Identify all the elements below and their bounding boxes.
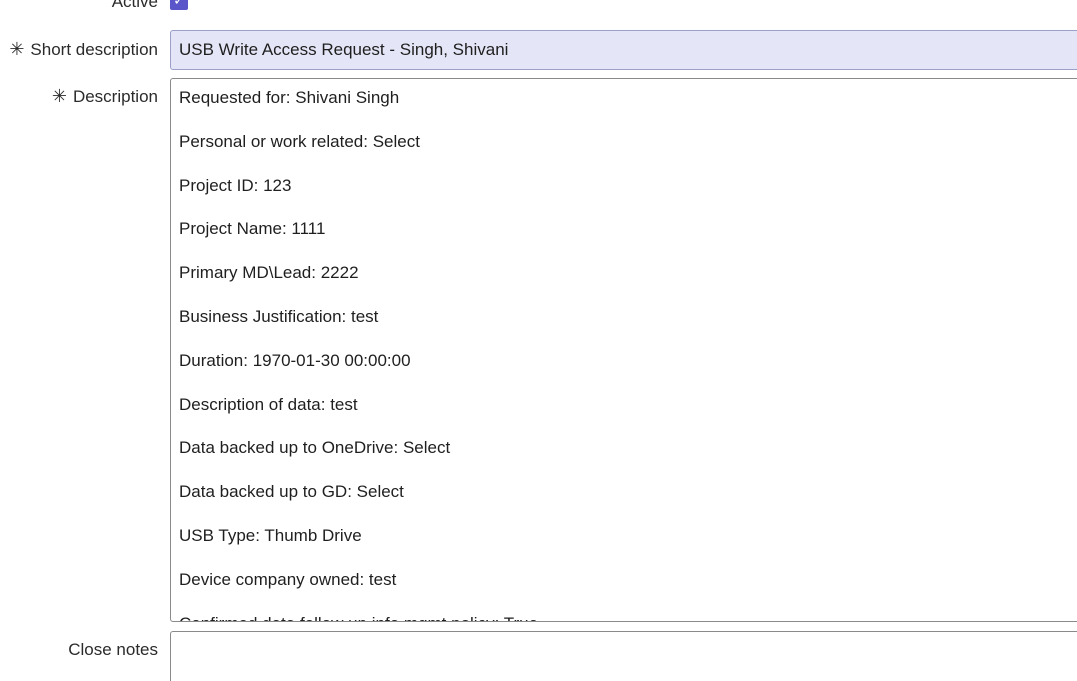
description-line: Description of data: test bbox=[179, 394, 358, 414]
description-line: Project Name: 1111 bbox=[179, 219, 326, 239]
required-icon: ✳ bbox=[9, 39, 25, 60]
description-line: Personal or work related: Select bbox=[179, 131, 420, 151]
required-icon: ✳ bbox=[51, 86, 67, 107]
short-description-label: ✳ Short description bbox=[9, 40, 158, 60]
description-line: Data backed up to OneDrive: Select bbox=[179, 438, 451, 458]
description-label-text: Description bbox=[72, 87, 158, 106]
description-line: Project ID: 123 bbox=[179, 175, 292, 195]
close-notes-textarea[interactable] bbox=[170, 631, 1077, 681]
description-line: Confirmed data follow up info mgmt polic… bbox=[179, 613, 1077, 621]
description-textarea[interactable]: Requested for: Shivani Singh Personal or… bbox=[170, 78, 1077, 622]
description-line: USB Type: Thumb Drive bbox=[179, 525, 362, 545]
active-label: Active bbox=[112, 0, 158, 12]
description-line: Business Justification: test bbox=[179, 306, 379, 326]
description-line: Requested for: Shivani Singh bbox=[179, 88, 400, 107]
incident-form: Active ✓ ✳ Short description USB Write A… bbox=[0, 0, 1077, 681]
short-description-input[interactable]: USB Write Access Request - Singh, Shivan… bbox=[170, 30, 1077, 70]
description-line: Device company owned: test bbox=[179, 569, 397, 589]
description-label: ✳ Description bbox=[52, 87, 158, 107]
checkmark-icon: ✓ bbox=[173, 0, 185, 9]
short-description-label-text: Short description bbox=[30, 40, 158, 59]
description-line: Data backed up to GD: Select bbox=[179, 482, 404, 502]
active-checkbox[interactable]: ✓ bbox=[170, 0, 188, 10]
description-line: Duration: 1970-01-30 00:00:00 bbox=[179, 350, 411, 370]
close-notes-label: Close notes bbox=[68, 640, 158, 660]
description-line: Primary MD\Lead: 2222 bbox=[179, 263, 359, 283]
active-label-text: Active bbox=[111, 0, 158, 11]
close-notes-label-text: Close notes bbox=[68, 640, 158, 659]
